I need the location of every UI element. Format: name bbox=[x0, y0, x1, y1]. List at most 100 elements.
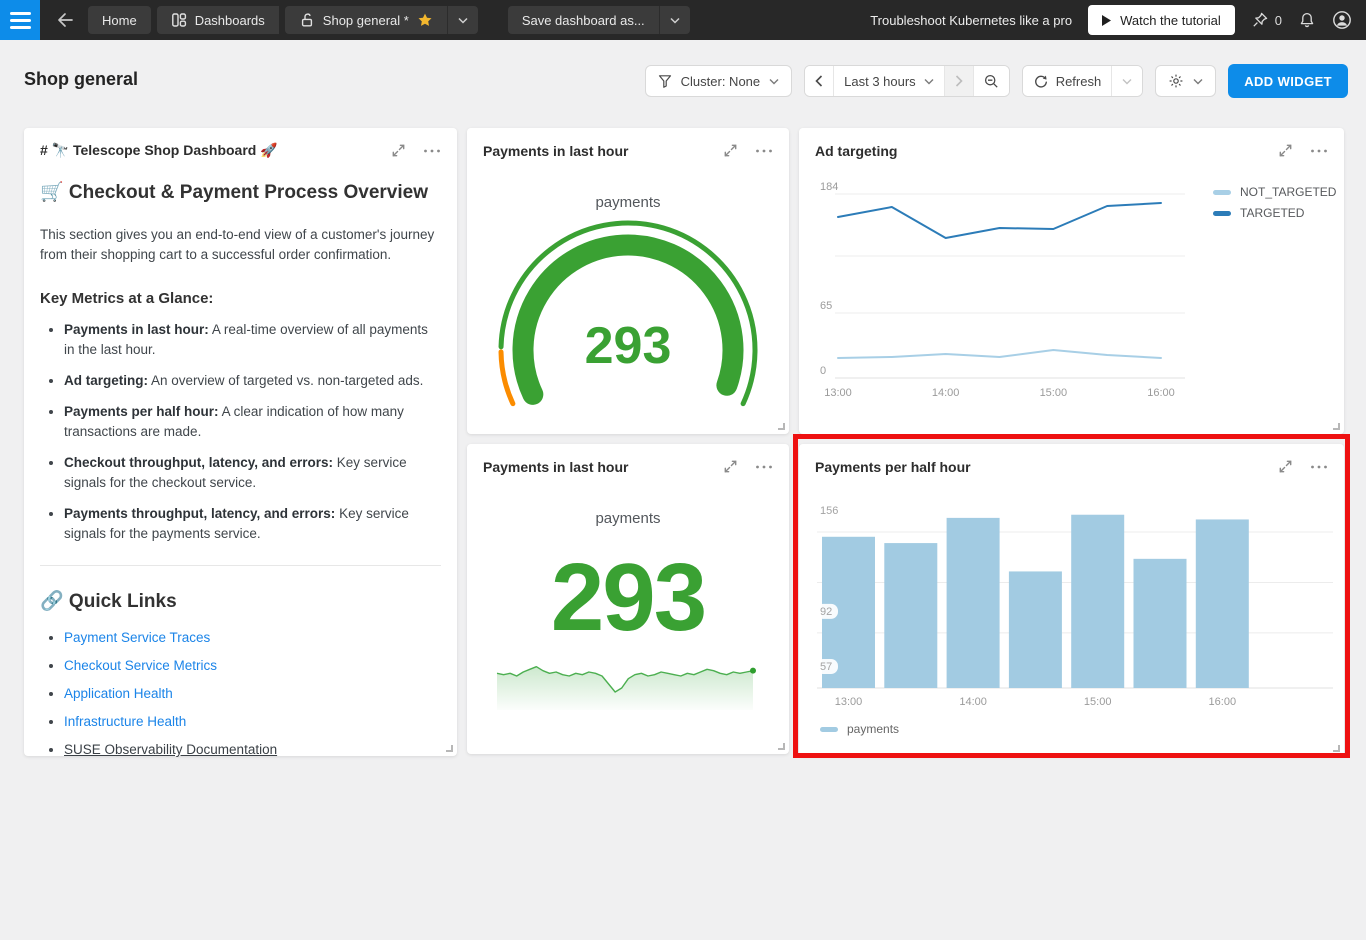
chevron-down-icon bbox=[769, 78, 779, 85]
expand-widget-button[interactable] bbox=[390, 142, 407, 159]
dashboard-toolbar: Cluster: None Last 3 hours Refresh bbox=[645, 64, 1348, 98]
ellipsis-icon bbox=[423, 148, 441, 154]
shop-general-dropdown-button[interactable] bbox=[447, 6, 478, 34]
link-payment-service-traces[interactable]: Payment Service Traces bbox=[64, 630, 210, 645]
resize-handle[interactable] bbox=[1333, 745, 1340, 752]
user-avatar-button[interactable] bbox=[1332, 10, 1352, 30]
expand-widget-button[interactable] bbox=[722, 142, 739, 159]
list-item: SUSE Observability Documentation bbox=[64, 742, 441, 757]
link-infrastructure-health[interactable]: Infrastructure Health bbox=[64, 714, 186, 729]
chart-legend[interactable]: payments bbox=[820, 722, 899, 736]
expand-icon bbox=[1277, 458, 1294, 475]
ellipsis-icon bbox=[755, 148, 773, 154]
widget-title: Ad targeting bbox=[815, 143, 897, 159]
widget-menu-button[interactable] bbox=[755, 148, 773, 154]
cluster-filter-button[interactable]: Cluster: None bbox=[645, 65, 792, 97]
chevron-left-icon bbox=[815, 75, 823, 87]
pin-button[interactable]: 0 bbox=[1251, 11, 1282, 29]
bell-icon bbox=[1298, 11, 1316, 29]
watch-tutorial-label: Watch the tutorial bbox=[1120, 13, 1221, 28]
notifications-button[interactable] bbox=[1298, 11, 1316, 29]
payments-sparkline bbox=[495, 652, 761, 714]
top-navigation-bar: Home Dashboards Shop general * Save dash… bbox=[0, 0, 1366, 40]
expand-widget-button[interactable] bbox=[1277, 142, 1294, 159]
expand-widget-button[interactable] bbox=[1277, 458, 1294, 475]
resize-handle[interactable] bbox=[778, 743, 785, 750]
list-item: Payments in last hour: A real-time overv… bbox=[64, 320, 441, 360]
refresh-button[interactable]: Refresh bbox=[1023, 66, 1113, 96]
widget-title: Payments in last hour bbox=[483, 143, 628, 159]
widget-menu-button[interactable] bbox=[1310, 464, 1328, 470]
chevron-down-icon bbox=[458, 17, 468, 24]
watch-tutorial-button[interactable]: Watch the tutorial bbox=[1088, 5, 1235, 35]
svg-text:16:00: 16:00 bbox=[1147, 387, 1175, 399]
quick-links-list: Payment Service Traces Checkout Service … bbox=[40, 630, 441, 757]
intro-paragraph: This section gives you an end-to-end vie… bbox=[40, 225, 441, 265]
svg-text:156: 156 bbox=[820, 505, 838, 517]
ellipsis-icon bbox=[755, 464, 773, 470]
legend-item-not-targeted[interactable]: NOT_TARGETED bbox=[1213, 185, 1336, 199]
time-back-button[interactable] bbox=[805, 66, 834, 96]
save-as-label: Save dashboard as... bbox=[522, 13, 645, 28]
legend-label: payments bbox=[847, 722, 899, 736]
add-widget-button[interactable]: ADD WIDGET bbox=[1228, 64, 1348, 98]
checkout-overview-heading: 🛒 Checkout & Payment Process Overview bbox=[40, 180, 428, 204]
widget-payments-per-half-hour: Payments per half hour 156925713:0014:00… bbox=[799, 444, 1344, 756]
list-item: Application Health bbox=[64, 686, 441, 701]
gear-icon bbox=[1168, 73, 1184, 89]
legend-item-targeted[interactable]: TARGETED bbox=[1213, 206, 1336, 220]
payments-value: 293 bbox=[467, 550, 789, 646]
hamburger-menu-button[interactable] bbox=[0, 0, 40, 40]
widget-payments-gauge: Payments in last hour payments 293 bbox=[467, 128, 789, 434]
resize-handle[interactable] bbox=[446, 745, 453, 752]
list-item: Infrastructure Health bbox=[64, 714, 441, 729]
svg-text:65: 65 bbox=[820, 300, 832, 312]
pin-icon bbox=[1251, 11, 1269, 29]
nav-tab-shop-general[interactable]: Shop general * bbox=[285, 6, 447, 34]
link-suse-observability-docs[interactable]: SUSE Observability Documentation bbox=[64, 742, 277, 757]
expand-icon bbox=[1277, 142, 1294, 159]
avatar-icon bbox=[1332, 10, 1352, 30]
refresh-interval-dropdown[interactable] bbox=[1112, 66, 1142, 96]
dashboard-settings-button[interactable] bbox=[1155, 65, 1216, 97]
save-dashboard-dropdown-button[interactable] bbox=[659, 6, 690, 34]
current-dashboard-label: Shop general * bbox=[323, 13, 409, 28]
chevron-down-icon bbox=[924, 78, 934, 85]
svg-text:184: 184 bbox=[820, 181, 838, 193]
zoom-out-time-button[interactable] bbox=[974, 66, 1009, 96]
dashboard-page: Home Dashboards Shop general * Save dash… bbox=[0, 0, 1366, 940]
metrics-heading: Key Metrics at a Glance: bbox=[40, 290, 441, 307]
ad-targeting-chart: 18465013:0014:0015:0016:00 bbox=[819, 180, 1189, 402]
cluster-filter-label: Cluster: None bbox=[681, 74, 760, 89]
expand-icon bbox=[722, 458, 739, 475]
nav-tab-dashboards[interactable]: Dashboards bbox=[157, 6, 279, 34]
widget-markdown-overview: # 🔭 Telescope Shop Dashboard 🚀 🛒 Checkou… bbox=[24, 128, 457, 756]
unlocked-icon bbox=[299, 12, 315, 28]
back-button[interactable] bbox=[54, 9, 76, 31]
metric-name: payments bbox=[467, 194, 789, 211]
favorite-star-icon[interactable] bbox=[417, 12, 433, 28]
nav-tab-home[interactable]: Home bbox=[88, 6, 151, 34]
widget-ad-targeting: Ad targeting 18465013:0014:0015:0016:00 … bbox=[799, 128, 1344, 434]
expand-widget-button[interactable] bbox=[722, 458, 739, 475]
resize-handle[interactable] bbox=[1333, 423, 1340, 430]
widget-menu-button[interactable] bbox=[1310, 148, 1328, 154]
resize-handle[interactable] bbox=[778, 423, 785, 430]
widget-title: Payments in last hour bbox=[483, 459, 628, 475]
hamburger-icon bbox=[10, 12, 31, 15]
dashboards-icon bbox=[171, 12, 187, 28]
svg-text:15:00: 15:00 bbox=[1084, 696, 1112, 708]
time-forward-button[interactable] bbox=[945, 66, 974, 96]
time-range-button[interactable]: Last 3 hours bbox=[834, 66, 945, 96]
save-dashboard-as-button[interactable]: Save dashboard as... bbox=[508, 6, 659, 34]
time-range-label: Last 3 hours bbox=[844, 74, 916, 89]
ellipsis-icon bbox=[1310, 464, 1328, 470]
link-application-health[interactable]: Application Health bbox=[64, 686, 173, 701]
legend-label: NOT_TARGETED bbox=[1240, 185, 1336, 199]
link-checkout-service-metrics[interactable]: Checkout Service Metrics bbox=[64, 658, 217, 673]
play-icon bbox=[1102, 15, 1111, 26]
widget-menu-button[interactable] bbox=[423, 148, 441, 154]
widget-menu-button[interactable] bbox=[755, 464, 773, 470]
metrics-list: Payments in last hour: A real-time overv… bbox=[40, 320, 441, 544]
chevron-down-icon bbox=[1122, 78, 1132, 85]
